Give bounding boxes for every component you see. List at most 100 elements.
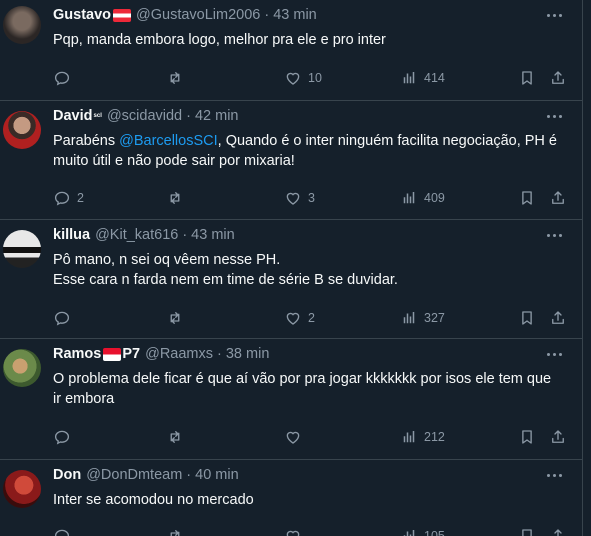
share-button[interactable] xyxy=(549,428,567,446)
user-handle[interactable]: @Kit_kat616 xyxy=(95,227,178,243)
avatar[interactable] xyxy=(3,111,41,149)
bookmark-button[interactable] xyxy=(518,309,536,327)
user-handle[interactable]: @Raamxs xyxy=(145,346,213,362)
display-name[interactable]: Don xyxy=(53,467,81,483)
like-button[interactable]: 3 xyxy=(284,189,315,207)
like-button[interactable] xyxy=(284,527,302,536)
reply-icon xyxy=(53,428,71,446)
retweet-icon xyxy=(166,428,184,446)
retweet-icon xyxy=(166,189,184,207)
tweet[interactable]: Don @DonDmteam · 40 min Inter se acomodo… xyxy=(0,460,582,536)
tweet-text-line: Parabéns @BarcellosSCI, Quando é o inter… xyxy=(53,131,568,151)
display-name[interactable]: Ramos xyxy=(53,346,101,362)
share-button[interactable] xyxy=(549,69,567,87)
views-button[interactable]: 327 xyxy=(400,309,445,327)
reply-button[interactable]: 2 xyxy=(53,189,84,207)
retweet-button[interactable] xyxy=(166,69,190,87)
tweet-text-line: Esse cara n farda nem em time de série B… xyxy=(53,272,398,288)
bookmark-icon xyxy=(518,69,536,87)
view-count: 409 xyxy=(424,191,445,205)
tweet[interactable]: David ˢᶜᴵ @scidavidd · 42 min Parabéns @… xyxy=(0,101,582,220)
views-button[interactable]: 105 xyxy=(400,527,445,536)
reply-button[interactable] xyxy=(53,428,77,446)
heart-icon xyxy=(284,527,302,536)
bookmark-button[interactable] xyxy=(518,428,536,446)
timestamp[interactable]: 43 min xyxy=(273,7,317,23)
share-icon xyxy=(549,189,567,207)
timestamp[interactable]: 38 min xyxy=(226,346,270,362)
share-icon xyxy=(549,69,567,87)
heart-icon xyxy=(284,69,302,87)
mention-link[interactable]: @BarcellosSCI xyxy=(119,133,218,149)
avatar[interactable] xyxy=(3,470,41,508)
more-options-icon[interactable] xyxy=(547,234,562,237)
share-icon xyxy=(549,309,567,327)
display-name[interactable]: Gustavo xyxy=(53,7,111,23)
more-options-icon[interactable] xyxy=(547,474,562,477)
more-options-icon[interactable] xyxy=(547,115,562,118)
bookmark-button[interactable] xyxy=(518,527,536,536)
like-count: 3 xyxy=(308,191,315,205)
tweet[interactable]: Gustavo @GustavoLim2006 · 43 min Pqp, ma… xyxy=(0,0,582,101)
bookmark-button[interactable] xyxy=(518,69,536,87)
like-button[interactable]: 2 xyxy=(284,309,315,327)
tweet-header: Ramos P7 @Raamxs · 38 min xyxy=(53,346,269,362)
avatar[interactable] xyxy=(3,230,41,268)
retweet-button[interactable] xyxy=(166,527,184,536)
view-count: 414 xyxy=(424,71,445,85)
retweet-icon xyxy=(166,527,184,536)
name-badge: ˢᶜᴵ xyxy=(93,111,102,121)
heart-icon xyxy=(284,428,302,446)
scrollbar[interactable] xyxy=(583,0,591,536)
timestamp[interactable]: 43 min xyxy=(191,227,235,243)
tweet-header: Gustavo @GustavoLim2006 · 43 min xyxy=(53,7,317,23)
share-button[interactable] xyxy=(549,189,567,207)
share-icon xyxy=(549,527,567,536)
tweet-actions: 2 3 409 xyxy=(53,189,573,209)
display-name[interactable]: killua xyxy=(53,227,90,243)
reply-button[interactable] xyxy=(53,527,71,536)
tweet[interactable]: Ramos P7 @Raamxs · 38 min O problema del… xyxy=(0,339,582,460)
like-button[interactable]: 10 xyxy=(284,69,322,87)
retweet-button[interactable] xyxy=(166,428,190,446)
timestamp[interactable]: 40 min xyxy=(195,467,239,483)
reply-icon xyxy=(53,527,71,536)
bookmark-icon xyxy=(518,189,536,207)
timestamp[interactable]: 42 min xyxy=(195,108,239,124)
like-count: 10 xyxy=(308,71,322,85)
tweet-text-line: Pqp, manda embora logo, melhor pra ele e… xyxy=(53,32,386,48)
retweet-button[interactable] xyxy=(166,189,190,207)
tweet-text: Inter se acomodou no mercado xyxy=(53,490,568,510)
more-options-icon[interactable] xyxy=(547,353,562,356)
tweet-header: killua @Kit_kat616 · 43 min xyxy=(53,227,235,243)
avatar[interactable] xyxy=(3,349,41,387)
display-name[interactable]: David xyxy=(53,108,93,124)
timeline: Gustavo @GustavoLim2006 · 43 min Pqp, ma… xyxy=(0,0,583,536)
analytics-icon xyxy=(400,69,418,87)
share-button[interactable] xyxy=(549,527,567,536)
retweet-icon xyxy=(166,69,184,87)
share-button[interactable] xyxy=(549,309,567,327)
retweet-button[interactable] xyxy=(166,309,190,327)
tweet-text: Parabéns @BarcellosSCI, Quando é o inter… xyxy=(53,131,568,171)
reply-button[interactable] xyxy=(53,309,77,327)
reply-button[interactable] xyxy=(53,69,77,87)
reply-icon xyxy=(53,189,71,207)
reply-icon xyxy=(53,69,71,87)
analytics-icon xyxy=(400,309,418,327)
analytics-icon xyxy=(400,189,418,207)
user-handle[interactable]: @GustavoLim2006 xyxy=(136,7,260,23)
views-button[interactable]: 414 xyxy=(400,69,445,87)
views-button[interactable]: 212 xyxy=(400,428,445,446)
more-options-icon[interactable] xyxy=(547,14,562,17)
like-button[interactable] xyxy=(284,428,308,446)
views-button[interactable]: 409 xyxy=(400,189,445,207)
user-handle[interactable]: @DonDmteam xyxy=(86,467,182,483)
tweet-text-line: Inter se acomodou no mercado xyxy=(53,492,254,508)
tweet-text: O problema dele ficar é que aí vão por p… xyxy=(53,369,568,409)
text-fragment: Parabéns xyxy=(53,133,120,149)
avatar[interactable] xyxy=(3,6,41,44)
user-handle[interactable]: @scidavidd xyxy=(107,108,182,124)
bookmark-button[interactable] xyxy=(518,189,536,207)
tweet[interactable]: killua @Kit_kat616 · 43 min Pô mano, n s… xyxy=(0,220,582,339)
